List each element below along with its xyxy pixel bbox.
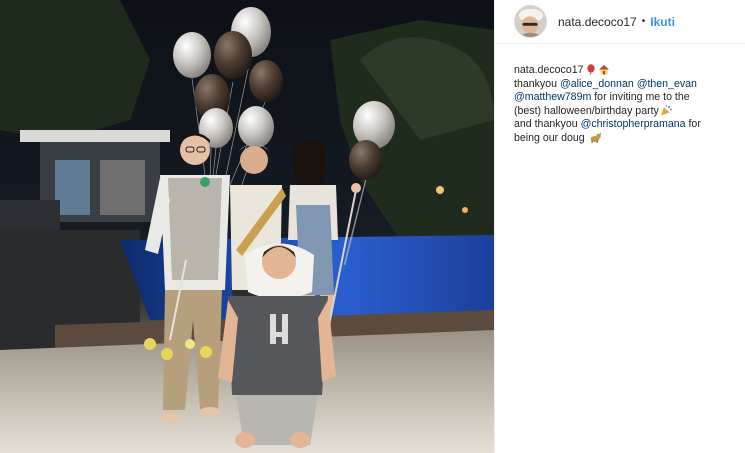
party-photo-illustration bbox=[0, 0, 494, 453]
caption-line-5: being our doug bbox=[514, 132, 740, 146]
balloon-emoji bbox=[585, 64, 597, 75]
house-emoji bbox=[598, 64, 610, 75]
post-photo[interactable] bbox=[0, 0, 494, 453]
separator-dot: • bbox=[641, 16, 646, 27]
follow-button[interactable]: Ikuti bbox=[650, 15, 675, 29]
caption-line-3: (best) halloween/birthday party bbox=[514, 105, 740, 119]
caption-line-1: thankyou @alice_donnan @then_evan bbox=[514, 78, 740, 92]
caption-text: and thankyou bbox=[514, 118, 581, 131]
dog-emoji bbox=[589, 132, 601, 143]
mention-link[interactable]: @christopherpramana bbox=[581, 118, 686, 130]
caption: nata.decoco17 thankyou @alice_donnan @th… bbox=[514, 64, 740, 146]
post-side-panel: nata.decoco17 • Ikuti nata.decoco17 than… bbox=[494, 0, 745, 453]
caption-line-4: and thankyou @christopherpramana for bbox=[514, 118, 740, 132]
caption-line-0: nata.decoco17 bbox=[514, 64, 740, 78]
header-username[interactable]: nata.decoco17 bbox=[558, 15, 637, 29]
caption-line-2: @matthew789m for inviting me to the bbox=[514, 91, 740, 105]
caption-username[interactable]: nata.decoco17 bbox=[514, 64, 584, 76]
mention-link[interactable]: @alice_donnan bbox=[560, 78, 634, 90]
caption-text: for bbox=[685, 118, 701, 131]
caption-text: thankyou bbox=[514, 77, 560, 90]
caption-text: (best) halloween/birthday party bbox=[514, 104, 659, 117]
caption-text: for inviting me to the bbox=[591, 91, 690, 104]
post-header: nata.decoco17 • Ikuti bbox=[495, 0, 745, 44]
avatar-image bbox=[515, 6, 546, 37]
caption-text: being our doug bbox=[514, 131, 585, 144]
avatar[interactable] bbox=[514, 5, 547, 38]
mention-link[interactable]: @matthew789m bbox=[514, 91, 591, 103]
party-popper-emoji bbox=[660, 104, 672, 116]
mention-link[interactable]: @then_evan bbox=[637, 78, 697, 90]
